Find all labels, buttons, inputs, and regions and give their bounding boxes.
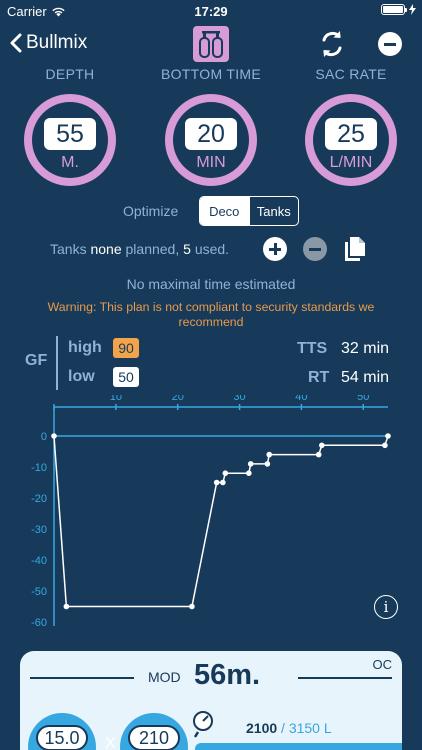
optimize-row: Optimize Deco Tanks bbox=[0, 196, 422, 226]
profile-point bbox=[247, 461, 254, 467]
tank-card[interactable]: OC MOD 56m. 15.0 X 210 2100 / 3150 L bbox=[20, 651, 402, 750]
x-tick-label: 40 bbox=[295, 395, 307, 403]
chevron-left-icon bbox=[10, 33, 22, 53]
profile-point bbox=[319, 442, 325, 449]
mod-value: 56m. bbox=[194, 659, 261, 691]
x-tick-label: 50 bbox=[357, 395, 369, 403]
dive-profile-chart: 10 20 30 40 50 0 -10 -20 -30 -40 -50 -60 bbox=[31, 395, 391, 629]
tank-pressure-bubble[interactable]: 210 bbox=[120, 713, 188, 750]
profile-point bbox=[246, 470, 252, 476]
copy-icon[interactable] bbox=[344, 236, 366, 262]
tank-pressure-value: 210 bbox=[128, 725, 180, 750]
battery-status bbox=[381, 4, 416, 15]
gas-total: / 3150 L bbox=[281, 720, 332, 736]
profile-point bbox=[51, 433, 57, 439]
depth-unit: M. bbox=[61, 154, 79, 171]
x-tick-label: 30 bbox=[233, 395, 245, 403]
bottom-time-dial[interactable]: 20 MIN bbox=[165, 94, 257, 186]
profile-point bbox=[220, 479, 226, 486]
multiplier-sign: X bbox=[105, 735, 116, 750]
gas-used: 2100 bbox=[246, 720, 278, 736]
minus-icon bbox=[384, 42, 396, 46]
depth-dial[interactable]: 55 M. bbox=[24, 94, 116, 186]
gf-high-label: high bbox=[68, 339, 102, 356]
tanks-used-text: used. bbox=[194, 241, 230, 257]
profile-point bbox=[266, 451, 273, 458]
gf-low-label: low bbox=[68, 368, 95, 385]
info-icon[interactable]: i bbox=[374, 595, 398, 619]
gf-label: GF bbox=[25, 352, 48, 369]
x-tick-label: 20 bbox=[172, 395, 184, 403]
profile-point bbox=[315, 451, 322, 458]
back-button[interactable]: Bullmix bbox=[10, 32, 87, 54]
optimize-segmented-control: Deco Tanks bbox=[199, 196, 299, 226]
profile-point bbox=[382, 442, 388, 449]
tanks-summary: Tanks none planned, 5 used. bbox=[50, 241, 229, 257]
tanks-used-value: 5 bbox=[183, 241, 191, 257]
back-label: Bullmix bbox=[26, 32, 88, 53]
bottom-time-title: BOTTOM TIME bbox=[160, 66, 261, 82]
profile-point bbox=[213, 479, 220, 486]
y-tick-label: 0 bbox=[41, 431, 47, 443]
mod-label: MOD bbox=[148, 669, 181, 685]
card-divider-left bbox=[30, 677, 134, 679]
tanks-prefix: Tanks bbox=[50, 241, 87, 257]
y-tick-label: -10 bbox=[31, 462, 47, 474]
clock: 17:29 bbox=[194, 4, 228, 19]
depth-value: 55 bbox=[44, 118, 96, 150]
depth-title: DEPTH bbox=[45, 66, 95, 82]
tank-count-value: 15.0 bbox=[36, 725, 88, 750]
compliance-warning: Warning: This plan is not compliant to s… bbox=[47, 300, 375, 329]
y-tick-label: -50 bbox=[31, 586, 47, 598]
gas-quantity: 2100 / 3150 L bbox=[246, 720, 332, 736]
tts-value: 32 min bbox=[341, 340, 390, 357]
optimize-label: Optimize bbox=[123, 203, 179, 219]
no-max-time-message: No maximal time estimated bbox=[126, 276, 296, 292]
gf-high-value[interactable]: 90 bbox=[113, 338, 139, 358]
bottom-time-unit: MIN bbox=[196, 154, 226, 171]
tanks-planned-value: none bbox=[90, 241, 122, 257]
charging-bolt-icon bbox=[409, 4, 416, 15]
remove-plan-button[interactable] bbox=[378, 32, 402, 56]
sac-rate-title: SAC RATE bbox=[315, 66, 387, 82]
sac-rate-dial[interactable]: 25 L/MIN bbox=[305, 94, 397, 186]
mode-label: OC bbox=[372, 657, 393, 672]
profile-point bbox=[63, 603, 70, 610]
bottom-time-value: 20 bbox=[185, 118, 237, 150]
y-tick-label: -30 bbox=[31, 524, 47, 536]
tanks-planned-text: planned, bbox=[125, 241, 180, 257]
profile-point bbox=[264, 461, 271, 467]
y-tick-label: -20 bbox=[31, 493, 47, 505]
sac-rate-value: 25 bbox=[325, 118, 377, 150]
segment-deco[interactable]: Deco bbox=[200, 197, 249, 225]
gf-divider bbox=[56, 336, 58, 390]
profile-point bbox=[222, 470, 229, 476]
tts-label: TTS bbox=[297, 340, 328, 357]
x-tick-label: 10 bbox=[110, 395, 122, 403]
remove-tank-button[interactable] bbox=[303, 237, 327, 261]
gas-level-bar bbox=[195, 743, 402, 750]
add-tank-button[interactable] bbox=[263, 237, 287, 261]
depth-gauge: DEPTH 55 M. bbox=[10, 66, 130, 186]
y-tick-label: -40 bbox=[31, 555, 47, 567]
dive-tanks-logo-icon bbox=[193, 26, 229, 62]
rt-value: 54 min bbox=[341, 369, 390, 386]
segment-tanks[interactable]: Tanks bbox=[248, 197, 299, 225]
battery-icon bbox=[381, 4, 407, 15]
sac-rate-gauge: SAC RATE 25 L/MIN bbox=[291, 66, 411, 186]
navigation-bar: Bullmix bbox=[0, 22, 422, 66]
profile-point bbox=[385, 433, 391, 439]
gf-low-value[interactable]: 50 bbox=[113, 367, 139, 387]
sac-rate-unit: L/MIN bbox=[329, 154, 373, 171]
tank-count-bubble[interactable]: 15.0 bbox=[28, 713, 96, 750]
rt-label: RT bbox=[308, 369, 330, 386]
bottom-time-gauge: BOTTOM TIME 20 MIN bbox=[151, 66, 271, 186]
dive-profile-line bbox=[53, 435, 389, 608]
card-divider-right bbox=[298, 677, 392, 679]
profile-point bbox=[189, 603, 195, 610]
refresh-icon[interactable] bbox=[318, 29, 346, 59]
y-tick-label: -60 bbox=[31, 617, 47, 629]
pressure-gauge-icon bbox=[193, 711, 213, 738]
status-bar: Carrier 17:29 bbox=[0, 0, 422, 22]
